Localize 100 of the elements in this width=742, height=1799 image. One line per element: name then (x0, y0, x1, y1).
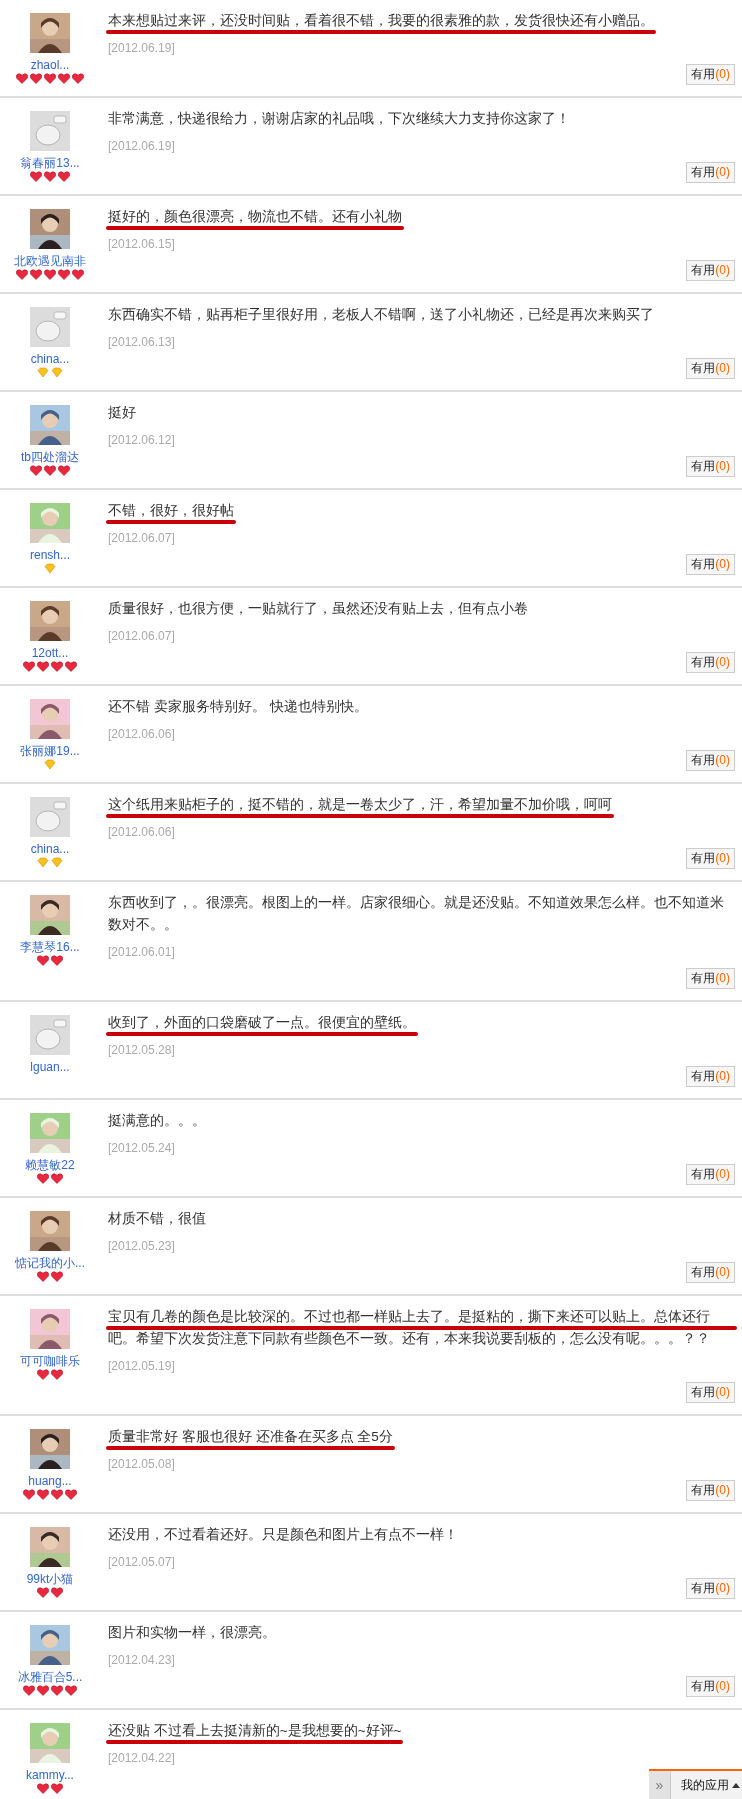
default-avatar-icon (30, 1015, 70, 1055)
heart-icon (23, 1685, 35, 1696)
heart-icon (30, 171, 42, 182)
user-name-link[interactable]: china... (30, 351, 70, 367)
heart-icon (58, 465, 70, 476)
user-name-link[interactable]: 翁春丽13... (20, 155, 80, 171)
useful-button[interactable]: 有用(0) (686, 260, 735, 281)
user-name-link[interactable]: 可可咖啡乐 (20, 1353, 80, 1369)
review-text: 质量很好，也很方便，一贴就行了，虽然还没有贴上去，但有点小卷 (108, 601, 528, 616)
heart-icon (58, 269, 70, 280)
heart-icon (51, 1271, 63, 1282)
user-name-link[interactable]: 赖慧敏22 (25, 1157, 75, 1173)
diamond-icon (37, 857, 49, 868)
expand-button[interactable]: » (649, 1771, 671, 1799)
user-name-link[interactable]: china... (30, 841, 70, 857)
heart-icon (37, 1783, 49, 1794)
useful-button[interactable]: 有用(0) (686, 750, 735, 771)
heart-icon (44, 171, 56, 182)
caret-icon (732, 1782, 740, 1788)
heart-icon (16, 269, 28, 280)
user-name-link[interactable]: 惦记我的小... (15, 1255, 85, 1271)
review-text: 这个纸用来贴柜子的，挺不错的，就是一卷太少了，汗，希望加量不加价哦，呵呵 (108, 797, 612, 812)
heart-icon (51, 1369, 63, 1380)
user-name-link[interactable]: kammy... (26, 1767, 74, 1783)
useful-button[interactable]: 有用(0) (686, 652, 735, 673)
review-date: [2012.05.28] (108, 1042, 176, 1058)
useful-button[interactable]: 有用(0) (686, 456, 735, 477)
review-text: 宝贝有几卷的颜色是比较深的。不过也都一样贴上去了。是挺粘的，撕下来还可以贴上。总体还行吧。希望下次发货注意下同款有些颜色不一致。还有，本来我说要刮板的，怎么没有呢。。。？？ (108, 1309, 710, 1346)
useful-button[interactable]: 有用(0) (686, 1066, 735, 1087)
review-text: 非常满意，快递很给力，谢谢店家的礼品哦，下次继续大力支持你这家了！ (108, 111, 570, 126)
review-date: [2012.05.23] (108, 1238, 176, 1254)
useful-button[interactable]: 有用(0) (686, 968, 735, 989)
useful-button[interactable]: 有用(0) (686, 848, 735, 869)
heart-icon (65, 661, 77, 672)
my-apps-button[interactable]: 我的应用 (671, 1771, 742, 1799)
heart-icon (58, 73, 70, 84)
default-avatar-icon (30, 307, 70, 347)
review-date: [2012.05.08] (108, 1456, 176, 1472)
review-date: [2012.05.24] (108, 1140, 176, 1156)
review-date: [2012.06.19] (108, 138, 176, 154)
heart-icon (44, 269, 56, 280)
heart-icon (37, 1271, 49, 1282)
useful-button[interactable]: 有用(0) (686, 554, 735, 575)
user-name-link[interactable]: zhaol... (30, 57, 70, 73)
useful-button[interactable]: 有用(0) (686, 1262, 735, 1283)
heart-icon (37, 955, 49, 966)
review-date: [2012.06.06] (108, 824, 176, 840)
useful-button[interactable]: 有用(0) (686, 1676, 735, 1697)
review-text: 还不错 卖家服务特别好。 快递也特别快。 (108, 699, 368, 714)
review-date: [2012.06.15] (108, 236, 176, 252)
user-name-link[interactable]: 99kt小猫 (26, 1571, 74, 1587)
review-text: 挺好的，颜色很漂亮，物流也不错。还有小礼物 (108, 209, 402, 224)
review-date: [2012.06.07] (108, 628, 176, 644)
heart-icon (37, 1489, 49, 1500)
diamond-icon (44, 759, 56, 770)
review-date: [2012.04.23] (108, 1652, 176, 1668)
diamond-icon (51, 367, 63, 378)
user-name-link[interactable]: lguan... (30, 1059, 70, 1075)
heart-icon (30, 465, 42, 476)
useful-button[interactable]: 有用(0) (686, 358, 735, 379)
review-date: [2012.06.12] (108, 432, 176, 448)
heart-icon (51, 661, 63, 672)
review-date: [2012.05.07] (108, 1554, 176, 1570)
heart-icon (44, 73, 56, 84)
heart-icon (65, 1685, 77, 1696)
useful-button[interactable]: 有用(0) (686, 1164, 735, 1185)
review-date: [2012.06.01] (108, 944, 176, 960)
heart-icon (37, 1587, 49, 1598)
heart-icon (37, 1369, 49, 1380)
review-text: 不错，很好，很好帖 (108, 503, 234, 518)
review-text: 挺好 (108, 405, 136, 420)
review-text: 东西收到了，。很漂亮。根图上的一样。店家很细心。就是还没贴。不知道效果怎么样。也不知道米数对不。。 (108, 895, 724, 932)
useful-button[interactable]: 有用(0) (686, 1578, 735, 1599)
heart-icon (51, 1173, 63, 1184)
user-name-link[interactable]: 冰雅百合5... (17, 1669, 83, 1685)
useful-button[interactable]: 有用(0) (686, 162, 735, 183)
useful-button[interactable]: 有用(0) (686, 1480, 735, 1501)
useful-button[interactable]: 有用(0) (686, 64, 735, 85)
heart-icon (16, 73, 28, 84)
review-date: [2012.06.07] (108, 530, 176, 546)
review-text: 东西确实不错，贴再柜子里很好用，老板人不错啊，送了小礼物还，已经是再次来购买了 (108, 307, 654, 322)
heart-icon (65, 1489, 77, 1500)
user-name-link[interactable]: 张丽娜19... (20, 743, 80, 759)
heart-icon (37, 661, 49, 672)
review-text: 还没贴 不过看上去挺清新的~是我想要的~好评~ (108, 1723, 402, 1738)
user-name-link[interactable]: rensh... (30, 547, 70, 563)
review-text: 本来想贴过来评，还没时间贴，看着很不错，我要的很素雅的款，发货很快还有小赠品。 (108, 13, 654, 28)
heart-icon (30, 73, 42, 84)
useful-button[interactable]: 有用(0) (686, 1382, 735, 1403)
review-date: [2012.06.06] (108, 726, 176, 742)
heart-icon (58, 171, 70, 182)
user-name-link[interactable]: huang... (28, 1473, 72, 1489)
review-date: [2012.04.22] (108, 1750, 176, 1766)
user-name-link[interactable]: 北欧遇见南非 (14, 253, 86, 269)
heart-icon (51, 1783, 63, 1794)
review-date: [2012.06.13] (108, 334, 176, 350)
user-name-link[interactable]: 李慧琴16... (20, 939, 80, 955)
user-name-link[interactable]: 12ott... (31, 645, 69, 661)
heart-icon (23, 661, 35, 672)
user-name-link[interactable]: tb四处溜达 (21, 449, 79, 465)
